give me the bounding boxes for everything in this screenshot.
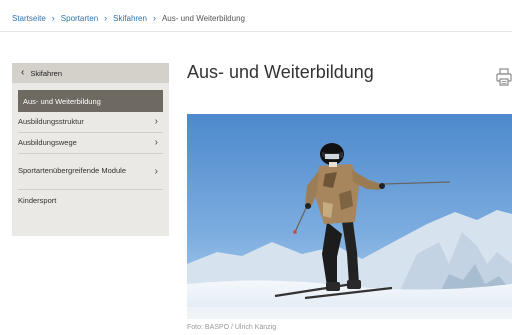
sidebar-item-kindersport[interactable]: Kindersport	[18, 190, 163, 212]
chevron-left-icon: ‹	[21, 67, 25, 78]
sidebar-item-module[interactable]: Sportartenübergreifende Module ›	[18, 154, 163, 190]
hero-image	[187, 114, 512, 319]
breadcrumb: Startseite › Sportarten › Skifahren › Au…	[12, 11, 245, 25]
sidebar-item-active[interactable]: Aus- und Weiterbildung	[18, 90, 163, 112]
printer-icon	[496, 68, 512, 86]
breadcrumb-link-startseite[interactable]: Startseite	[12, 14, 46, 23]
sidebar-item-label: Sportartenübergreifende Module	[18, 166, 126, 176]
chevron-right-icon: ›	[154, 136, 158, 148]
skier-photo	[187, 114, 512, 319]
breadcrumb-separator-icon: ›	[104, 13, 108, 23]
page-title: Aus- und Weiterbildung	[187, 62, 374, 82]
sidebar-item-ausbildungsstruktur[interactable]: Ausbildungsstruktur ›	[18, 112, 163, 133]
print-button[interactable]	[496, 68, 512, 86]
sidebar-item-ausbildungswege[interactable]: Ausbildungswege ›	[18, 133, 163, 154]
breadcrumb-link-sportarten[interactable]: Sportarten	[61, 14, 98, 23]
chevron-right-icon: ›	[154, 115, 158, 127]
sidebar-nav: ‹ Skifahren Aus- und Weiterbildung Ausbi…	[12, 63, 169, 236]
sidebar-item-label: Aus- und Weiterbildung	[23, 96, 101, 106]
header-divider	[0, 31, 512, 32]
image-caption: Foto: BASPO / Ulrich Känzig	[187, 324, 277, 331]
breadcrumb-current: Aus- und Weiterbildung	[161, 13, 245, 23]
breadcrumb-separator-icon: ›	[152, 13, 156, 23]
chevron-right-icon: ›	[154, 165, 158, 177]
sidebar-item-label: Kindersport	[18, 195, 57, 205]
sidebar-item-label: Ausbildungswege	[18, 137, 77, 147]
breadcrumb-separator-icon: ›	[51, 13, 55, 23]
sidebar-back-link[interactable]: ‹ Skifahren	[12, 63, 169, 83]
breadcrumb-link-skifahren[interactable]: Skifahren	[113, 14, 147, 23]
sidebar-item-label: Ausbildungsstruktur	[18, 116, 84, 126]
sidebar-back-label: Skifahren	[30, 68, 63, 78]
